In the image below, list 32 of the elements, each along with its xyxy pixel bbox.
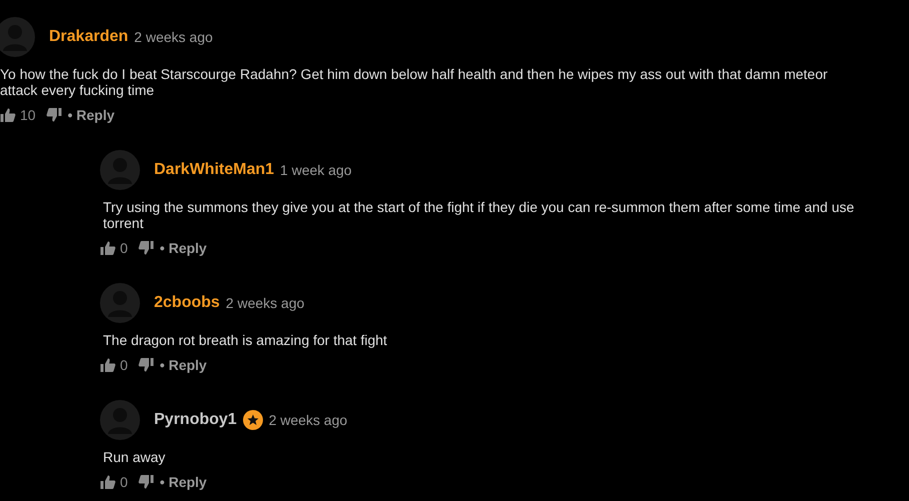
thumbs-down-icon[interactable]	[46, 107, 62, 123]
comment-text: The dragon rot breath is amazing for that fight	[102, 332, 388, 348]
thumbs-down-icon[interactable]	[138, 240, 154, 256]
avatar-icon	[100, 150, 140, 190]
username[interactable]: Pyrnoboy1	[154, 411, 237, 429]
thumbs-down-icon[interactable]	[138, 357, 154, 373]
reply-link[interactable]: • Reply	[160, 474, 207, 490]
thumbs-up-icon[interactable]	[100, 474, 116, 490]
thumbs-down-icon[interactable]	[138, 474, 154, 490]
comment-text: Try using the summons they give you at the start of the fight if they die you can re-summon them after some time and use torrent	[102, 199, 856, 231]
like-count: 10	[20, 107, 36, 123]
like-count: 0	[120, 474, 128, 490]
thumbs-up-icon[interactable]	[100, 357, 116, 373]
comment-text: Yo how the fuck do I beat Starscourge Radahn? Get him down below half health and then he wipes my ass out with that damn meteor attack every fucking time	[0, 66, 829, 98]
comment-text: Run away	[102, 449, 166, 465]
reply-link[interactable]: • Reply	[160, 240, 207, 256]
timestamp: 2 weeks ago	[134, 29, 213, 45]
like-count: 0	[120, 240, 128, 256]
thumbs-up-icon[interactable]	[100, 240, 116, 256]
timestamp: 2 weeks ago	[268, 412, 348, 428]
username[interactable]: 2cboobs	[154, 294, 220, 312]
avatar-icon	[100, 400, 140, 440]
username[interactable]: DarkWhiteMan1	[154, 161, 274, 179]
avatar-icon	[0, 17, 35, 57]
reply-link[interactable]: • Reply	[160, 357, 207, 373]
username[interactable]: Drakarden	[49, 28, 128, 46]
timestamp: 1 week ago	[280, 162, 352, 178]
timestamp: 2 weeks ago	[226, 295, 304, 311]
thumbs-up-icon[interactable]	[0, 107, 16, 123]
avatar-icon	[100, 283, 140, 323]
like-count: 0	[120, 357, 128, 373]
reply-link[interactable]: • Reply	[68, 107, 114, 123]
